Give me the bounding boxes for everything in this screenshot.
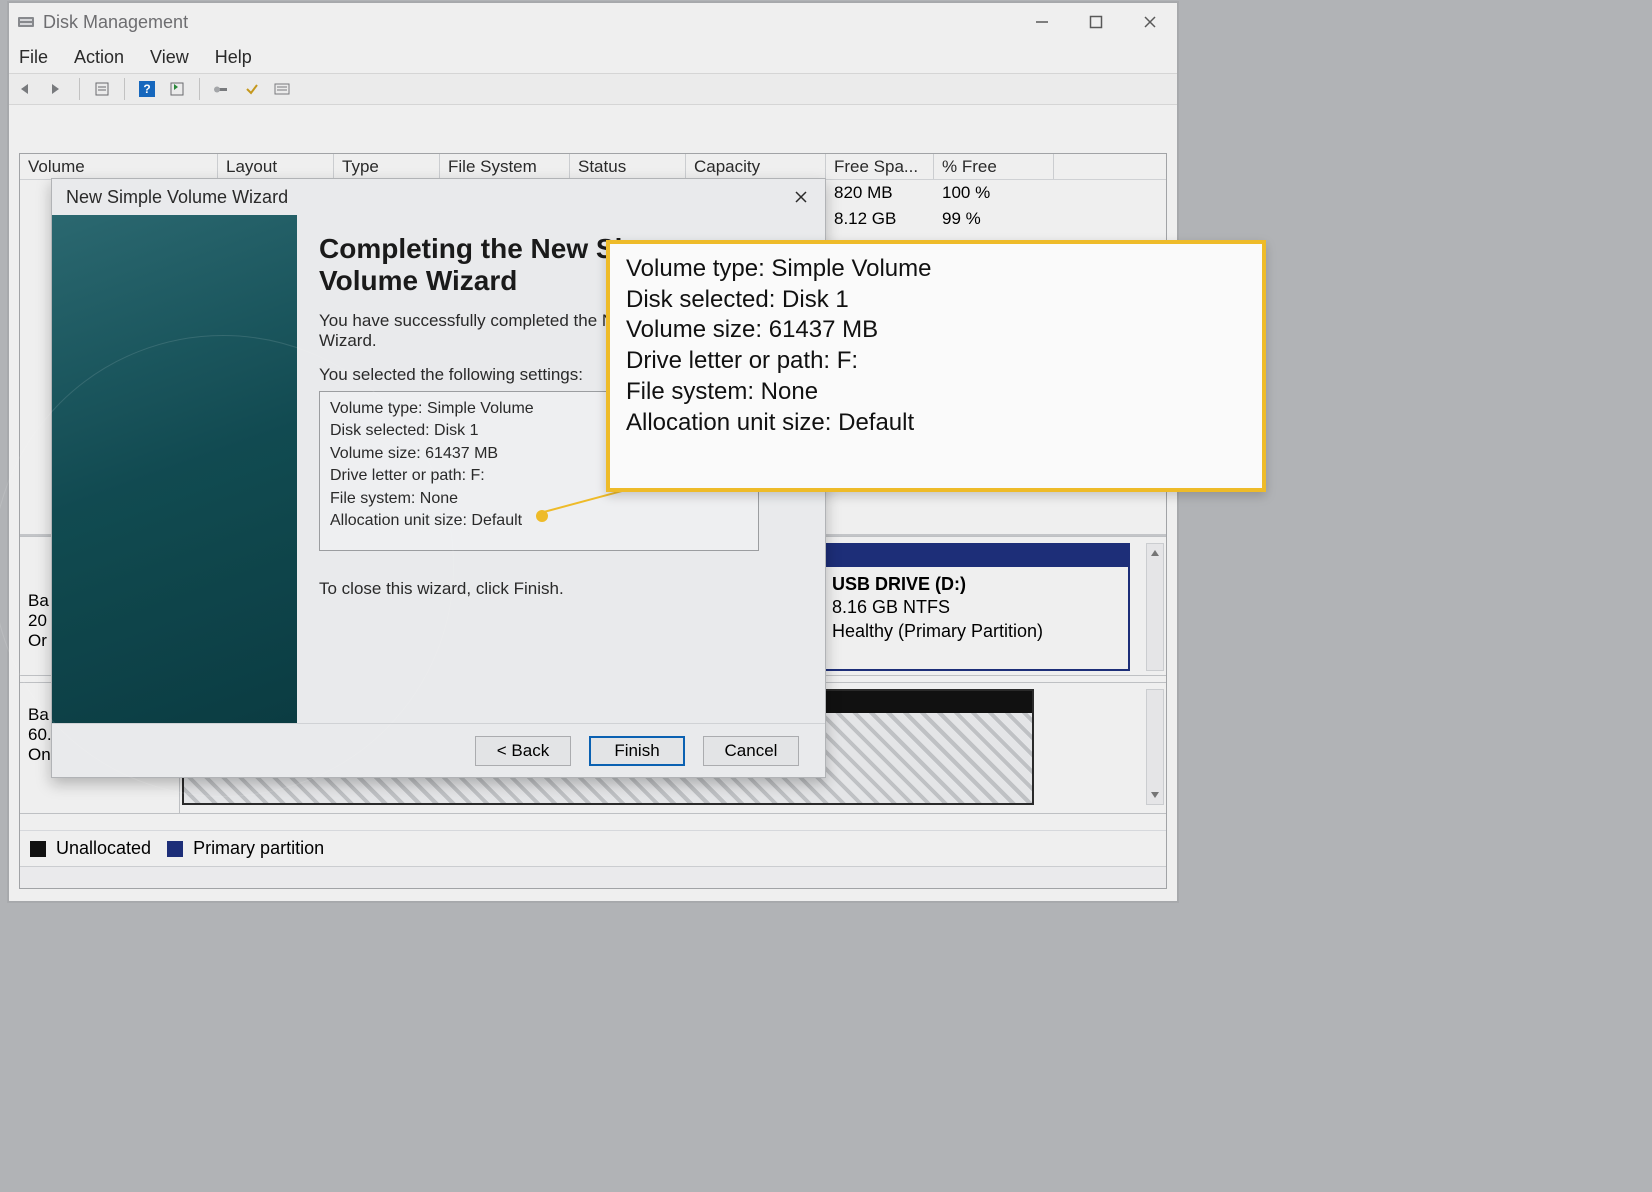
list-icon[interactable] [270, 77, 294, 101]
menu-file[interactable]: File [17, 45, 50, 70]
back-button[interactable]: < Back [475, 736, 571, 766]
menu-help[interactable]: Help [213, 45, 254, 70]
toolbar: ? [9, 73, 1177, 105]
window-title: Disk Management [43, 12, 1015, 33]
volume-size: 8.16 GB NTFS [832, 596, 1118, 619]
forward-icon[interactable] [45, 77, 69, 101]
statusbar [20, 866, 1166, 888]
menu-action[interactable]: Action [72, 45, 126, 70]
swatch-unallocated [30, 841, 46, 857]
col-filesystem[interactable]: File System [440, 154, 570, 179]
cell-pctfree: 100 % [934, 180, 1054, 206]
svg-text:?: ? [143, 82, 150, 96]
wizard-title: New Simple Volume Wizard [66, 187, 779, 208]
scrollbar[interactable] [1146, 689, 1164, 805]
legend-primary: Primary partition [193, 838, 324, 859]
volume-status: Healthy (Primary Partition) [832, 620, 1118, 643]
col-status[interactable]: Status [570, 154, 686, 179]
col-freespace[interactable]: Free Spa... [826, 154, 934, 179]
annotation-callout: Volume type: Simple Volume Disk selected… [606, 240, 1266, 492]
check-icon[interactable] [240, 77, 264, 101]
col-volume[interactable]: Volume [20, 154, 218, 179]
col-layout[interactable]: Layout [218, 154, 334, 179]
cell-freespace: 820 MB [826, 180, 934, 206]
finish-button[interactable]: Finish [589, 736, 685, 766]
callout-line: File system: None [626, 377, 1246, 408]
legend-unallocated: Unallocated [56, 838, 151, 859]
menubar: File Action View Help [9, 41, 1177, 73]
scroll-up-icon[interactable] [1147, 544, 1163, 562]
col-capacity[interactable]: Capacity [686, 154, 826, 179]
cell-freespace: 8.12 GB [826, 206, 934, 232]
volume-usb-drive[interactable]: USB DRIVE (D:) 8.16 GB NTFS Healthy (Pri… [820, 543, 1130, 671]
properties-icon[interactable] [90, 77, 114, 101]
volume-name: USB DRIVE (D:) [832, 573, 1118, 596]
wizard-titlebar[interactable]: New Simple Volume Wizard [52, 179, 825, 215]
wizard-button-row: < Back Finish Cancel [52, 723, 825, 777]
callout-line: Disk selected: Disk 1 [626, 285, 1246, 316]
titlebar[interactable]: Disk Management [9, 3, 1177, 41]
scroll-down-icon[interactable] [1147, 786, 1163, 804]
app-icon [17, 13, 35, 31]
swatch-primary [167, 841, 183, 857]
back-icon[interactable] [15, 77, 39, 101]
refresh-icon[interactable] [165, 77, 189, 101]
settings-icon[interactable] [210, 77, 234, 101]
help-icon[interactable]: ? [135, 77, 159, 101]
volume-table-header: Volume Layout Type File System Status Ca… [20, 154, 1166, 180]
legend: Unallocated Primary partition [20, 830, 1166, 866]
cancel-button[interactable]: Cancel [703, 736, 799, 766]
cell-pctfree: 99 % [934, 206, 1054, 232]
minimize-button[interactable] [1015, 3, 1069, 41]
col-type[interactable]: Type [334, 154, 440, 179]
wizard-side-graphic [52, 215, 297, 723]
callout-line: Volume size: 61437 MB [626, 315, 1246, 346]
scrollbar[interactable] [1146, 543, 1164, 671]
menu-view[interactable]: View [148, 45, 191, 70]
callout-line: Drive letter or path: F: [626, 346, 1246, 377]
col-pctfree[interactable]: % Free [934, 154, 1054, 179]
maximize-button[interactable] [1069, 3, 1123, 41]
callout-line: Volume type: Simple Volume [626, 254, 1246, 285]
callout-line: Allocation unit size: Default [626, 408, 1246, 439]
wizard-close-button[interactable] [779, 182, 823, 212]
close-button[interactable] [1123, 3, 1177, 41]
volume-header-bar [822, 545, 1128, 567]
